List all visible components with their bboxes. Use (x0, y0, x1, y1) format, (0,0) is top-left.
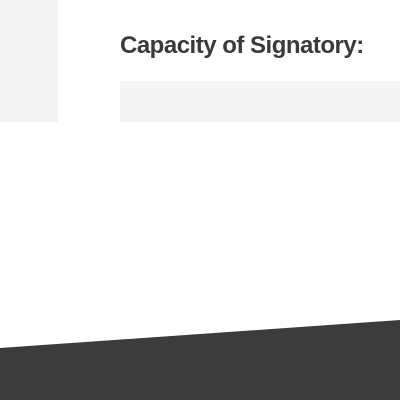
side-field-panel (0, 0, 58, 122)
capacity-of-signatory-label: Capacity of Signatory: (120, 32, 364, 59)
capacity-of-signatory-input[interactable] (120, 81, 400, 122)
signature-form-page: Capacity of Signatory: (0, 0, 400, 400)
footer-band-shape (0, 320, 400, 400)
